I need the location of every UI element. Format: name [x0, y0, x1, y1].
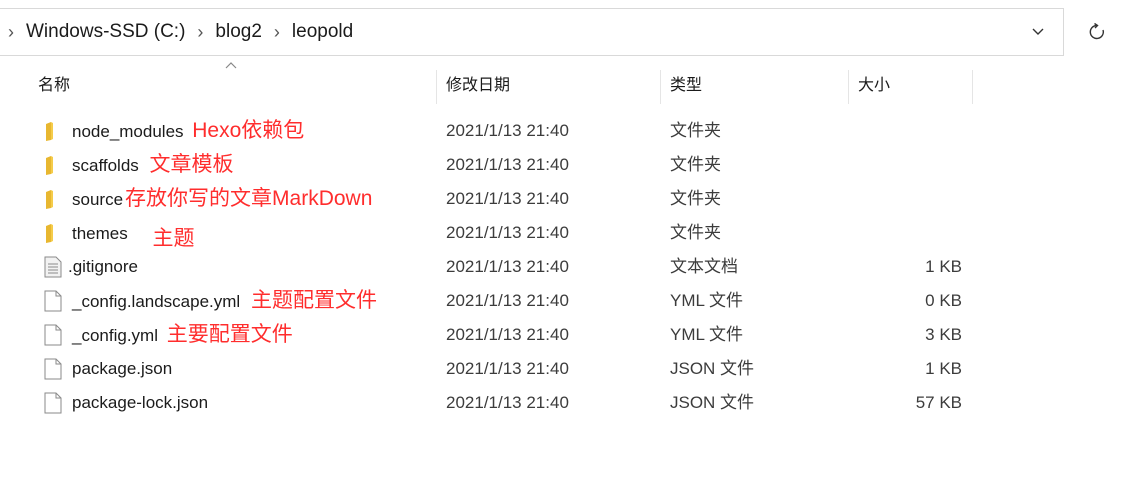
file-name-text: package-lock.json	[72, 393, 209, 412]
file-size: 1 KB	[925, 359, 962, 378]
file-name-text: source	[72, 190, 124, 209]
file-icon	[44, 324, 62, 346]
file-date: 2021/1/13 21:40	[446, 223, 569, 242]
file-annotation: 存放你写的文章MarkDown	[125, 187, 373, 210]
file-annotation: Hexo依赖包	[192, 119, 305, 142]
address-dropdown-button[interactable]	[1023, 9, 1053, 55]
file-name-text: node_modules	[72, 122, 184, 141]
column-divider[interactable]	[848, 70, 849, 104]
file-icon	[44, 392, 62, 414]
file-icon	[44, 358, 62, 380]
file-name-text: .gitignore	[68, 257, 138, 276]
file-name-text: _config.landscape.yml	[72, 292, 241, 311]
file-name[interactable]: node_modules Hexo依赖包	[72, 114, 304, 148]
column-headers: 名称 修改日期 类型 大小	[0, 62, 1125, 108]
chevron-right-icon[interactable]: ›	[189, 8, 211, 56]
chevron-right-icon[interactable]: ›	[0, 8, 22, 56]
file-name[interactable]: source存放你写的文章MarkDown	[72, 182, 372, 216]
breadcrumb-drive[interactable]: Windows-SSD (C:)	[22, 8, 189, 56]
file-row[interactable]: source存放你写的文章MarkDown 2021/1/13 21:40 文件…	[0, 182, 1125, 216]
file-icon	[44, 290, 62, 312]
column-divider[interactable]	[436, 70, 437, 104]
file-row[interactable]: node_modules Hexo依赖包 2021/1/13 21:40 文件夹	[0, 114, 1125, 148]
file-name[interactable]: package-lock.json	[72, 386, 208, 420]
file-size: 0 KB	[925, 291, 962, 310]
file-type: JSON 文件	[670, 393, 755, 412]
address-bar[interactable]: › Windows-SSD (C:) › blog2 › leopold	[0, 8, 1064, 56]
file-date: 2021/1/13 21:40	[446, 121, 569, 140]
file-date: 2021/1/13 21:40	[446, 393, 569, 412]
file-size: 57 KB	[915, 393, 962, 412]
column-divider[interactable]	[660, 70, 661, 104]
refresh-icon	[1089, 22, 1105, 40]
file-type: 文本文档	[670, 257, 738, 276]
file-type: 文件夹	[670, 189, 721, 208]
breadcrumb-blog2[interactable]: blog2	[211, 8, 266, 56]
file-name[interactable]: _config.landscape.yml 主题配置文件	[72, 284, 377, 318]
file-date: 2021/1/13 21:40	[446, 155, 569, 174]
file-row[interactable]: .gitignore 2021/1/13 21:40 文本文档 1 KB	[0, 250, 1125, 284]
folder-icon	[46, 190, 53, 209]
file-date: 2021/1/13 21:40	[446, 291, 569, 310]
file-date: 2021/1/13 21:40	[446, 359, 569, 378]
file-date: 2021/1/13 21:40	[446, 189, 569, 208]
file-name[interactable]: .gitignore	[68, 250, 138, 284]
file-type: 文件夹	[670, 155, 721, 174]
file-date: 2021/1/13 21:40	[446, 257, 569, 276]
file-name-text: _config.yml	[72, 326, 158, 345]
file-type: 文件夹	[670, 121, 721, 140]
file-type: YML 文件	[670, 325, 744, 344]
file-name[interactable]: package.json	[72, 352, 172, 386]
chevron-right-icon[interactable]: ›	[266, 8, 288, 56]
file-size	[860, 114, 962, 148]
file-name-text: package.json	[72, 359, 173, 378]
file-size: 3 KB	[925, 325, 962, 344]
file-row[interactable]: package-lock.json 2021/1/13 21:40 JSON 文…	[0, 386, 1125, 420]
folder-icon	[46, 122, 53, 141]
file-annotation: 主题	[152, 227, 195, 250]
refresh-button[interactable]	[1072, 8, 1122, 56]
file-row[interactable]: scaffolds 文章模板 2021/1/13 21:40 文件夹	[0, 148, 1125, 182]
column-header-date[interactable]: 修改日期	[446, 64, 510, 108]
column-header-type[interactable]: 类型	[670, 64, 702, 108]
chevron-down-icon	[1032, 28, 1044, 35]
file-name[interactable]: themes 主题	[72, 216, 194, 250]
folder-icon	[46, 224, 53, 243]
file-type: 文件夹	[670, 223, 721, 242]
file-name-text: themes	[72, 224, 128, 243]
file-size	[860, 182, 962, 216]
file-type: JSON 文件	[670, 359, 755, 378]
file-size	[860, 148, 962, 182]
file-row[interactable]: themes 主题 2021/1/13 21:40 文件夹	[0, 216, 1125, 250]
text-file-icon	[44, 256, 62, 278]
file-annotation: 主题配置文件	[250, 289, 377, 312]
column-header-name[interactable]: 名称	[38, 64, 70, 108]
file-name[interactable]: _config.yml 主要配置文件	[72, 318, 293, 352]
file-type: YML 文件	[670, 291, 744, 310]
file-annotation: 文章模板	[149, 153, 234, 176]
file-date: 2021/1/13 21:40	[446, 325, 569, 344]
file-name[interactable]: scaffolds 文章模板	[72, 148, 234, 182]
file-size	[860, 216, 962, 250]
breadcrumb-leopold[interactable]: leopold	[288, 8, 357, 56]
file-name-text: scaffolds	[72, 156, 139, 175]
file-size: 1 KB	[925, 257, 962, 276]
folder-icon	[46, 156, 53, 175]
sort-ascending-icon	[225, 62, 237, 69]
file-row[interactable]: package.json 2021/1/13 21:40 JSON 文件 1 K…	[0, 352, 1125, 386]
file-row[interactable]: _config.landscape.yml 主题配置文件 2021/1/13 2…	[0, 284, 1125, 318]
column-divider[interactable]	[972, 70, 973, 104]
file-row[interactable]: _config.yml 主要配置文件 2021/1/13 21:40 YML 文…	[0, 318, 1125, 352]
column-header-size[interactable]: 大小	[858, 64, 890, 108]
file-annotation: 主要配置文件	[166, 323, 293, 346]
